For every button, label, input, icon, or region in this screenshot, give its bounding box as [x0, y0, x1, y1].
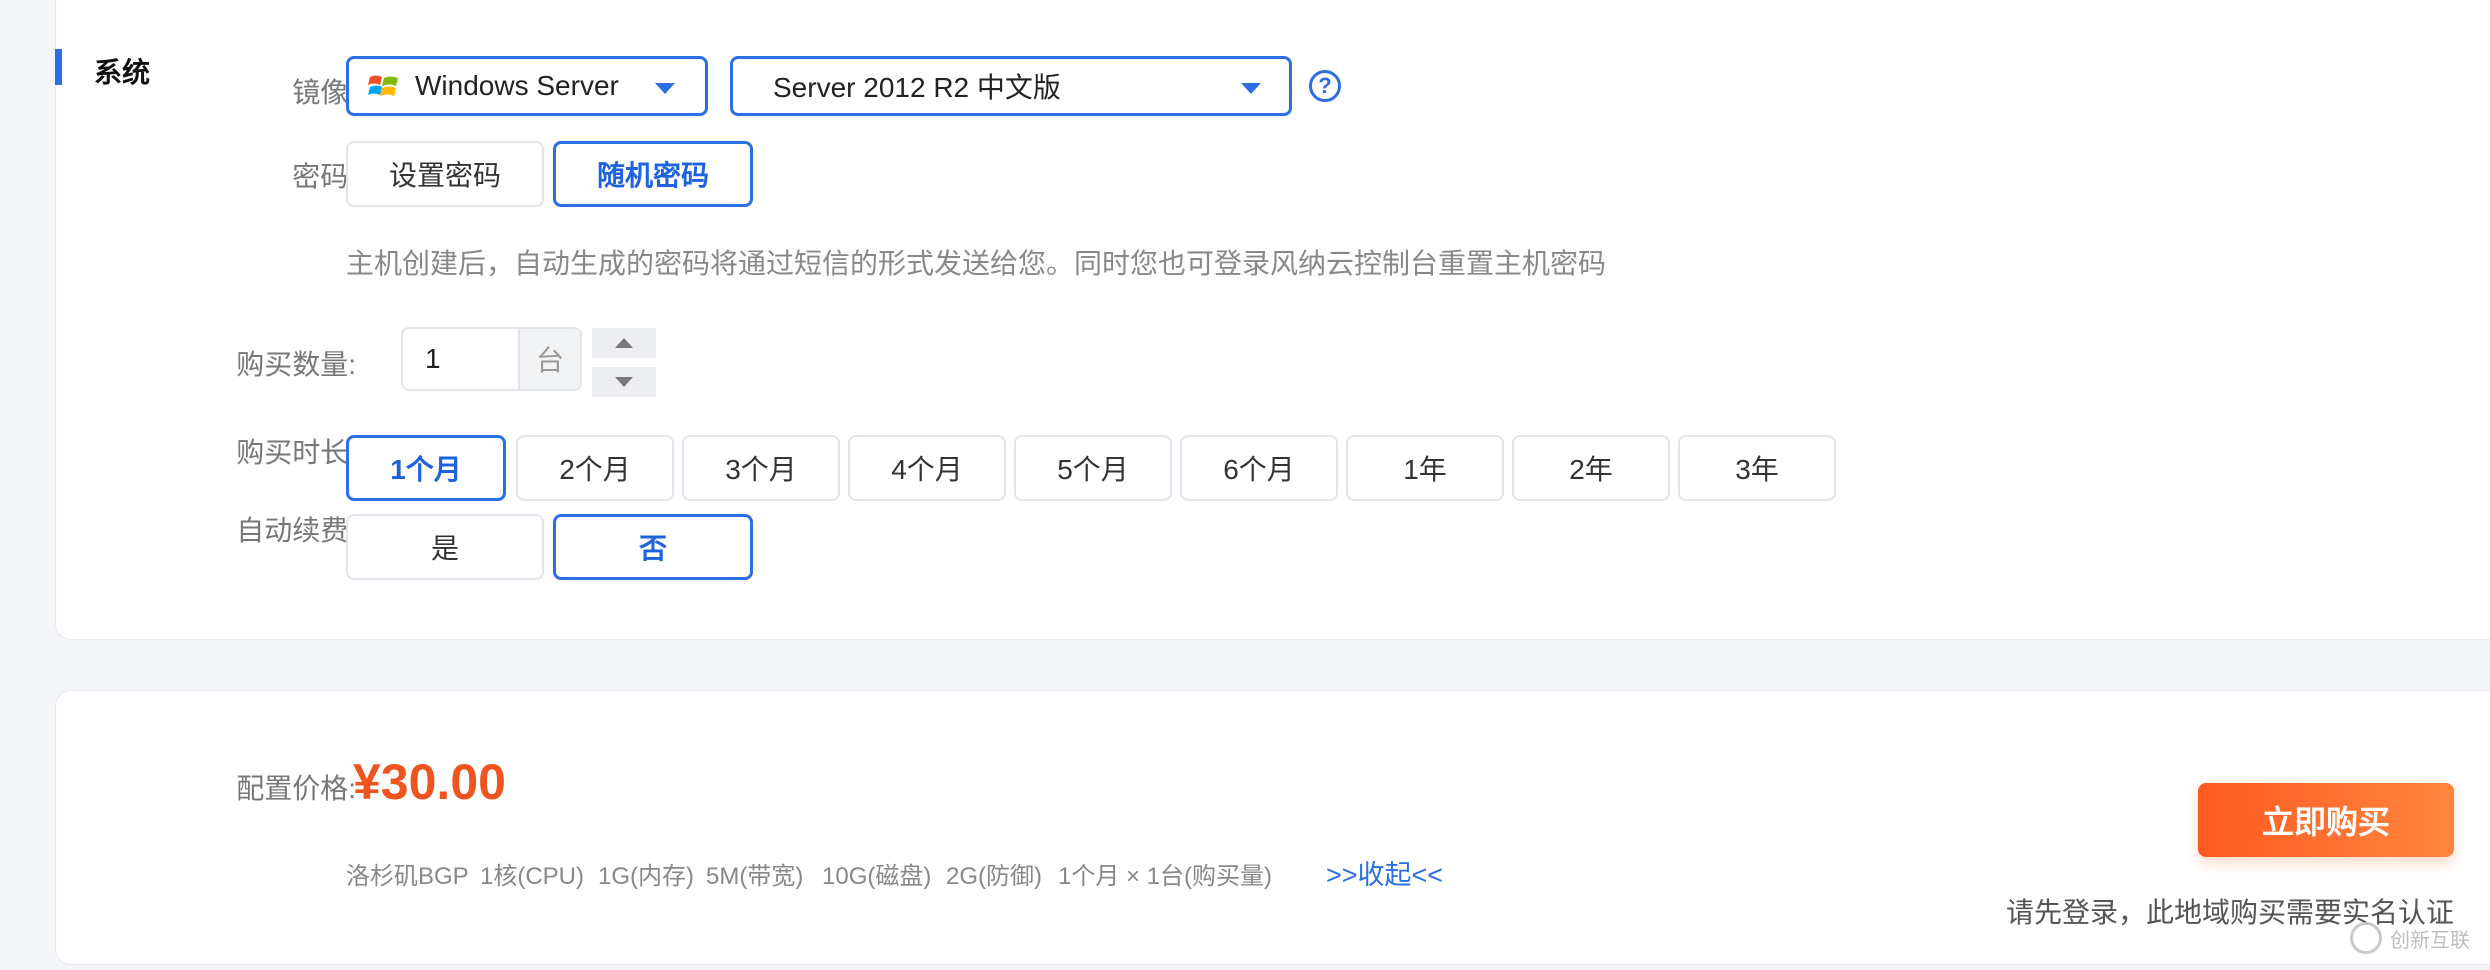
caret-down-icon — [1241, 83, 1261, 94]
duration-option-1y[interactable]: 1年 — [1346, 435, 1504, 501]
watermark-logo-icon — [2350, 922, 2382, 954]
image-label: 镜像: — [292, 77, 356, 108]
quantity-increment-button[interactable] — [592, 328, 656, 358]
duration-label: 购买时长: — [236, 437, 356, 468]
os-family-select[interactable]: Windows Server — [346, 56, 708, 116]
quantity-unit: 台 — [518, 327, 582, 391]
password-label: 密码: — [292, 161, 356, 192]
duration-option-4m[interactable]: 4个月 — [848, 435, 1006, 501]
duration-option-1m[interactable]: 1个月 — [346, 435, 506, 501]
price-label: 配置价格: — [236, 773, 356, 804]
auto-renew-label: 自动续费: — [236, 515, 356, 546]
os-family-value: Windows Server — [415, 70, 619, 101]
section-title: 系统 — [94, 57, 151, 88]
spec-disk: 10G(磁盘) — [822, 863, 932, 890]
spec-bandwidth: 5M(带宽) — [706, 863, 804, 890]
auto-renew-option-yes[interactable]: 是 — [346, 514, 544, 580]
watermark-text: 创新互联 — [2390, 929, 2470, 952]
spec-defense: 2G(防御) — [946, 863, 1042, 890]
duration-option-6m[interactable]: 6个月 — [1180, 435, 1338, 501]
password-option-set[interactable]: 设置密码 — [346, 141, 544, 207]
quantity-label: 购买数量: — [236, 349, 356, 380]
spec-duration-qty: 1个月 × 1台(购买量) — [1058, 863, 1273, 890]
help-icon[interactable]: ? — [1309, 70, 1341, 102]
duration-option-3y[interactable]: 3年 — [1678, 435, 1836, 501]
duration-option-3m[interactable]: 3个月 — [682, 435, 840, 501]
caret-down-icon — [615, 377, 633, 387]
watermark: 创新互联 — [2350, 922, 2470, 954]
spec-memory: 1G(内存) — [598, 863, 694, 890]
quantity-input[interactable]: 1 — [401, 327, 519, 391]
duration-option-2m[interactable]: 2个月 — [516, 435, 674, 501]
section-accent-bar — [55, 49, 62, 85]
buy-now-button[interactable]: 立即购买 — [2198, 783, 2454, 857]
caret-up-icon — [615, 338, 633, 348]
price-value: ¥30.00 — [353, 754, 506, 810]
password-option-random[interactable]: 随机密码 — [553, 141, 753, 207]
system-config-panel: 系统 镜像: Windows Server Server 2012 R2 中文版… — [55, 0, 2490, 640]
auto-renew-option-no[interactable]: 否 — [553, 514, 753, 580]
duration-option-2y[interactable]: 2年 — [1512, 435, 1670, 501]
collapse-link[interactable]: >>收起<< — [1326, 853, 1443, 892]
duration-option-5m[interactable]: 5个月 — [1014, 435, 1172, 501]
caret-down-icon — [655, 83, 675, 94]
quantity-decrement-button[interactable] — [592, 367, 656, 397]
password-hint: 主机创建后，自动生成的密码将通过短信的形式发送给您。同时您也可登录风纳云控制台重… — [346, 248, 1607, 279]
windows-logo-icon — [368, 75, 398, 96]
os-version-value: Server 2012 R2 中文版 — [773, 72, 1061, 103]
spec-region: 洛杉矶BGP — [346, 863, 469, 890]
os-version-select[interactable]: Server 2012 R2 中文版 — [730, 56, 1292, 116]
spec-cpu: 1核(CPU) — [480, 863, 585, 890]
price-panel: 配置价格: ¥30.00 洛杉矶BGP 1核(CPU) 1G(内存) 5M(带宽… — [55, 690, 2490, 965]
